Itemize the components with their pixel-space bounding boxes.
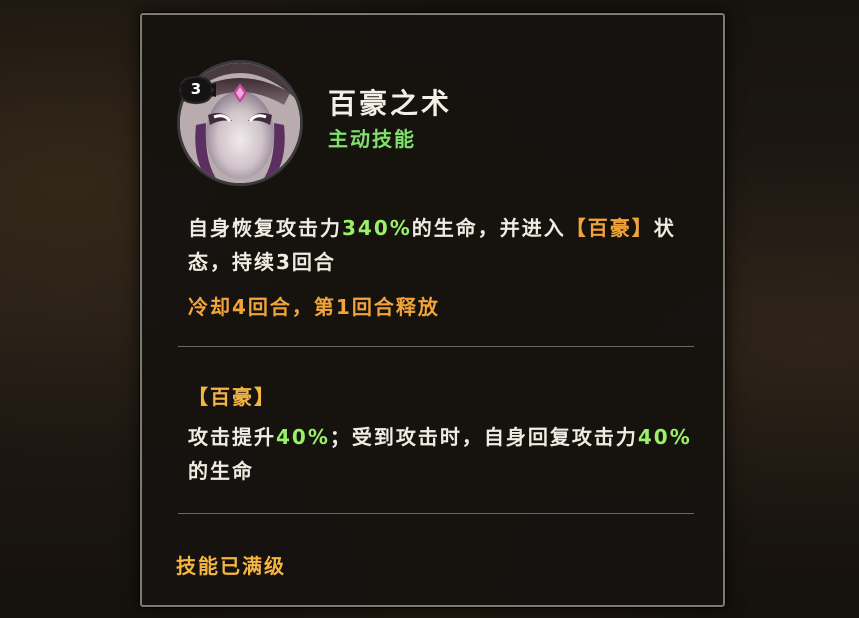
heal-on-hit-value: 40% [637,425,692,449]
divider [178,346,694,347]
skill-description: 自身恢复攻击力340%的生命，并进入【百豪】状态，持续3回合 [188,211,698,279]
divider [178,513,694,514]
effect-title: 【百豪】 [188,385,276,409]
effect-text-2: ；受到攻击时，自身回复攻击力 [329,425,638,449]
desc-text-2: 的生命，并进入 [411,216,566,240]
effect-text-3: 的生命 [188,459,254,483]
state-bracket-close: 】 [631,216,654,240]
effect-description: 攻击提升40%；受到攻击时，自身回复攻击力40%的生命 [188,420,698,488]
attack-boost-value: 40% [276,425,330,449]
effect-text-1: 攻击提升 [188,425,276,449]
max-level-status: 技能已满级 [176,554,286,578]
cooldown-text: 冷却4回合，第1回合释放 [188,295,440,319]
heal-percent-value: 340% [342,216,412,240]
desc-text-1: 自身恢复攻击力 [188,216,342,240]
skill-name: 百豪之术 [328,87,453,120]
state-bracket-open: 【 [565,216,588,240]
skill-level-badge: 3 [190,80,202,98]
skill-type-label: 主动技能 [328,127,416,151]
state-name: 百豪 [587,216,632,240]
skill-tooltip-panel: 3 百豪之术 主动技能 自身恢复攻击力340%的生命，并进入【百豪】状态，持续3… [140,13,725,607]
